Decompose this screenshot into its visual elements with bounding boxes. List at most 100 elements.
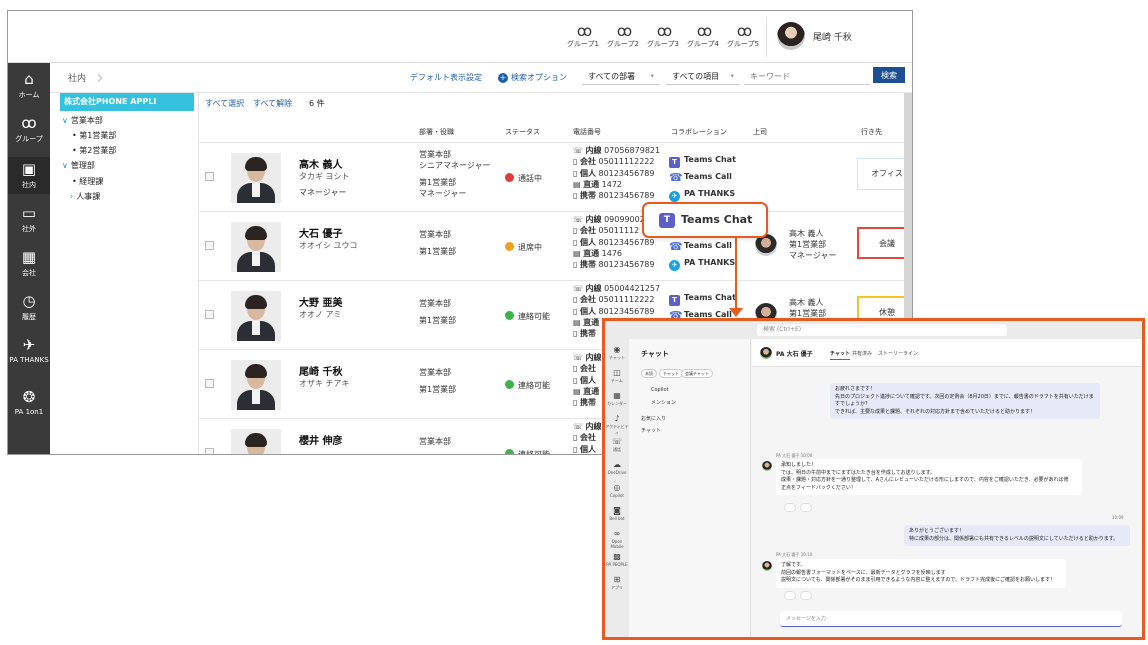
tab-chat[interactable]: チャット [830,350,850,360]
pane-item-chat[interactable]: チャット [641,427,661,434]
rail-item[interactable]: ▩ PA PEOPLE [605,552,629,567]
chat-contact-name[interactable]: PA 大石 優子 [776,349,813,358]
phone-line[interactable]: ▯ 会社 [573,432,602,443]
rail-item[interactable]: ☏ 通話 [605,437,629,453]
person-photo[interactable] [231,222,281,272]
teams-search-input[interactable]: 検索 (Ctrl+E) [757,324,1007,336]
tree-node[interactable]: › 人事課 [70,191,100,202]
tree-node[interactable]: ∨ 管理部 [62,160,95,171]
row-checkbox[interactable] [205,310,214,319]
phone-line[interactable]: ▤ 直通 1472 [573,179,660,190]
group-1-button[interactable]: ꝏ グループ1 [566,23,600,49]
search-button[interactable]: 検索 [873,67,905,83]
col-boss[interactable]: 上司 [753,127,767,137]
rail-item[interactable]: ☁ OneDrive [605,460,629,475]
nav-group[interactable]: ꝏ グループ [8,115,50,144]
rail-item[interactable]: ◎ Copilot [605,483,629,498]
row-checkbox[interactable] [205,448,214,454]
tab-storyline[interactable]: ストーリーライン [878,350,918,357]
tree-node[interactable]: ∨ 営業本部 [62,115,103,126]
row-checkbox[interactable] [205,241,214,250]
phone-line[interactable]: ▤ 直通 [573,386,602,397]
boss-info[interactable]: 高木 義人 第1営業部 マネージャー [789,228,836,261]
boss-info[interactable]: 高木 義人 第1営業部 [789,297,826,319]
rail-item[interactable]: ⊞ アプリ [605,575,629,591]
collab-teams-chat[interactable]: T Teams Chat [669,293,736,306]
rail-item[interactable]: ◙ Bell bot [605,506,629,521]
message-input[interactable]: メッセージを入力 [780,611,1122,627]
reaction-add-icon[interactable] [800,503,812,512]
search-options-link[interactable]: + 検索オプション [498,72,567,83]
clear-all-link[interactable]: すべて解除 [253,98,292,109]
filter-chip-meeting[interactable]: 会議チャット [681,369,713,378]
phone-line[interactable]: ▯ 個人 80123456789 [573,237,655,248]
filter-chip-unread[interactable]: 未読 [641,369,657,378]
person-photo[interactable] [231,153,281,203]
phone-line[interactable]: ▯ 会社 05011112222 [573,156,660,167]
group-3-button[interactable]: ꝏ グループ3 [646,23,680,49]
phone-line[interactable]: ▯ 個人 [573,375,602,386]
person-name[interactable]: 高木 義人 [299,156,342,171]
message-bubble[interactable]: ありがとうございます！ 特に成果の部分は、関係部署にも共有できるレベルの説明文にし… [904,525,1130,546]
pane-item-copilot[interactable]: Copilot [651,387,669,393]
collab-pa-thanks[interactable]: ✈ PA THANKS [669,258,735,271]
pane-item-favorites[interactable]: お気に入り [641,415,666,422]
default-view-settings-link[interactable]: デフォルト表示設定 [410,72,482,83]
col-collab[interactable]: コラボレーション [671,127,727,137]
phone-line[interactable]: ☏ 内線 [573,421,602,432]
user-name[interactable]: 尾崎 千秋 [813,30,852,43]
nav-home[interactable]: ⌂ ホーム [8,71,50,100]
phone-line[interactable]: ☏ 内線 [573,352,602,363]
row-checkbox[interactable] [205,379,214,388]
rail-item[interactable]: ◉ チャット [605,345,629,361]
nav-external[interactable]: ▭ 社外 [8,205,50,234]
phone-line[interactable]: ▯ 携帯 [573,397,602,408]
message-bubble[interactable]: 承知しました！ では、明日の午前中までにまずはたたき台を作成してお送りします。 成果… [776,459,1082,495]
col-phone[interactable]: 電話番号 [573,127,601,137]
filter-chip-chat[interactable]: チャット [659,369,683,378]
heart-reaction[interactable] [784,503,796,512]
phone-line[interactable]: ▯ 携帯 80123456789 [573,259,655,270]
party-reaction[interactable] [784,591,796,600]
select-all-link[interactable]: すべて選択 [205,98,244,109]
tab-shared[interactable]: 共有済み [852,350,872,357]
reaction-add-icon[interactable] [800,591,812,600]
tree-node[interactable]: • 第2営業部 [72,145,116,156]
collab-teams-call[interactable]: ☎Teams Call [669,172,732,183]
col-status[interactable]: ステータス [505,127,540,137]
rail-item[interactable]: ♪ アクティビティ [605,414,629,436]
person-name[interactable]: 大石 優子 [299,225,342,240]
rail-item[interactable]: ▦ カレンダー [605,391,629,407]
group-2-button[interactable]: ꝏ グループ2 [606,23,640,49]
person-name[interactable]: 櫻井 伸彦 [299,432,342,447]
nav-history[interactable]: ◷ 履歴 [8,293,50,322]
row-checkbox[interactable] [205,172,214,181]
group-5-button[interactable]: ꝏ グループ5 [726,23,760,49]
col-dept[interactable]: 部署・役職 [419,127,454,137]
phone-line[interactable]: ☏ 内線 05004421257 [573,283,660,294]
tree-node[interactable]: • 経理課 [72,176,103,187]
phone-line[interactable]: ▯ 個人 [573,444,602,454]
nav-internal[interactable]: ▣ 社内 [8,157,50,194]
item-select[interactable]: すべての項目 ▾ [666,68,740,85]
person-name[interactable]: 尾崎 千秋 [299,363,342,378]
keyword-input[interactable] [744,68,870,85]
collab-teams-call[interactable]: ☎Teams Call [669,241,732,252]
person-photo[interactable] [231,291,281,341]
pane-item-mention[interactable]: メンション [651,399,676,406]
phone-line[interactable]: ▤ 直通 1476 [573,248,655,259]
person-photo[interactable] [231,360,281,410]
nav-company[interactable]: ▦ 会社 [8,249,50,278]
phone-line[interactable]: ▯ 会社 [573,363,602,374]
breadcrumb[interactable]: 社内 [68,71,86,84]
tree-node[interactable]: • 第1営業部 [72,130,116,141]
col-destination[interactable]: 行き先 [861,127,882,137]
teams-chat-callout[interactable]: T Teams Chat [642,202,768,238]
user-avatar[interactable] [777,22,805,50]
phone-line[interactable]: ▯ 個人 80123456789 [573,306,660,317]
phone-line[interactable]: ▯ 携帯 80123456789 [573,190,660,201]
message-bubble[interactable]: 了解です。 前回の報告書フォーマットをベースに、最新データとグラフを反映します 説明… [776,559,1066,588]
nav-pa-1on1[interactable]: ❂ PA 1on1 [8,389,50,417]
person-photo[interactable] [231,429,281,454]
phone-line[interactable]: ☏ 内線 07056879821 [573,145,660,156]
